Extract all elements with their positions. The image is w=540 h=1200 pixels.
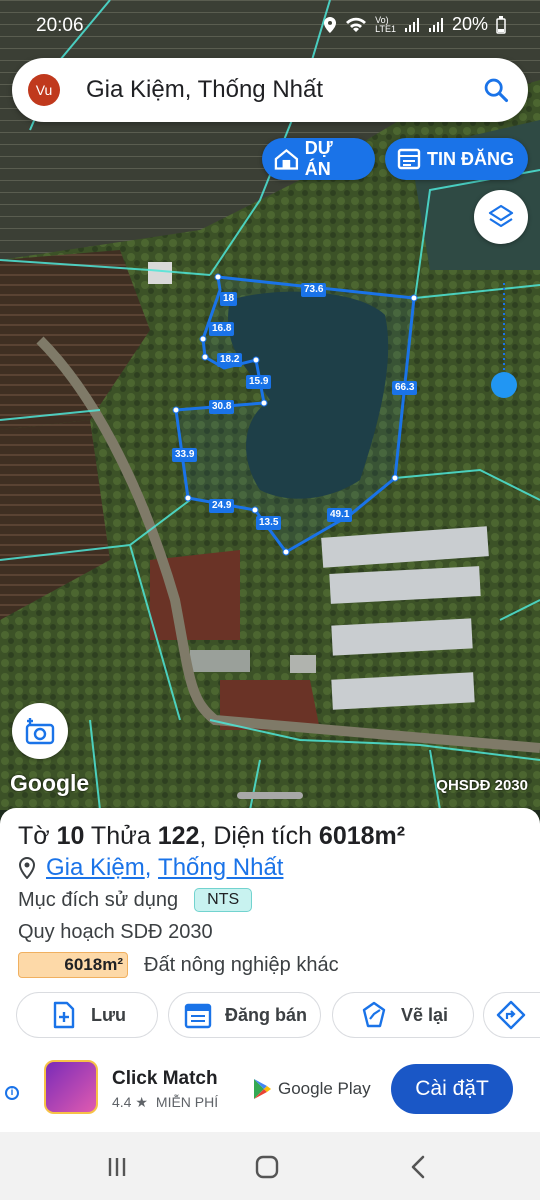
status-time: 20:06	[36, 15, 84, 36]
edge-length-label: 30.8	[209, 400, 235, 414]
avatar[interactable]: Vu	[28, 74, 60, 106]
plan-label: Quy hoạch SDĐ 2030	[18, 921, 213, 943]
plan-area-row: 6018m² Đất nông nghiệp khác	[18, 952, 339, 978]
location-icon	[324, 16, 337, 33]
purpose-code-badge: NTS	[194, 888, 253, 912]
google-logo: Google	[10, 770, 90, 796]
listing-icon	[397, 148, 421, 170]
location-pin-icon	[18, 857, 36, 879]
save-button[interactable]: Lưu	[16, 992, 158, 1038]
google-play-badge: Google Play	[252, 1078, 371, 1100]
battery-percent: 20%	[451, 14, 488, 34]
save-file-icon	[53, 1001, 75, 1029]
location-separator: ,	[144, 854, 152, 881]
edge-length-label: 73.6	[301, 283, 327, 297]
draw-icon	[362, 1001, 386, 1028]
camera-button[interactable]	[12, 703, 68, 759]
volte-icon: Vo) LTE1	[375, 14, 396, 34]
listings-chip-label: TIN ĐĂNG	[427, 148, 514, 169]
search-icon[interactable]	[482, 76, 510, 104]
action-row: Lưu Đăng bán Vẽ lại	[16, 992, 540, 1038]
status-bar: 20:06 Vo) LTE1 20%	[0, 0, 540, 52]
redraw-label: Vẽ lại	[401, 1004, 449, 1025]
home-icon[interactable]	[252, 1152, 282, 1182]
projects-chip-label: DỰ ÁN	[304, 138, 333, 179]
status-icons: Vo) LTE1 20%	[323, 14, 506, 35]
parcel-location: Gia Kiệm, Thống Nhất	[18, 854, 283, 882]
edge-length-label: 13.5	[256, 516, 282, 530]
ad-app-title[interactable]: Click Match	[112, 1068, 218, 1090]
battery-icon	[496, 15, 506, 34]
land-purpose: Mục đích sử dụng NTS	[18, 888, 253, 912]
building-icon	[274, 148, 299, 170]
edge-length-label: 16.8	[209, 322, 235, 336]
edge-length-label: 24.9	[209, 499, 235, 513]
search-query[interactable]: Gia Kiệm, Thống Nhất	[86, 76, 323, 104]
search-bar[interactable]: Vu Gia Kiệm, Thống Nhất	[12, 58, 528, 122]
ad-banner[interactable]: i Click Match 4.4 ★ MIỄN PHÍ Google Play…	[0, 1050, 540, 1132]
sheet-drag-handle[interactable]	[237, 792, 303, 799]
install-button[interactable]: Cài đặT	[391, 1064, 513, 1114]
signal-icon-2	[428, 17, 443, 32]
directions-button[interactable]	[483, 992, 540, 1038]
ad-rating: 4.4 ★	[112, 1094, 148, 1110]
listings-chip[interactable]: TIN ĐĂNG	[385, 138, 528, 180]
layers-button[interactable]	[474, 190, 528, 244]
system-nav-bar	[0, 1132, 540, 1200]
edge-length-label: 66.3	[392, 381, 418, 395]
projects-chip[interactable]: DỰ ÁN	[262, 138, 375, 180]
save-label: Lưu	[91, 1004, 127, 1025]
commune-link[interactable]: Gia Kiệm	[46, 854, 145, 881]
edge-length-label: 18.2	[217, 353, 243, 367]
add-photo-icon	[25, 718, 55, 745]
signal-icon	[404, 17, 419, 32]
ad-price: MIỄN PHÍ	[155, 1094, 219, 1110]
edge-length-label: 49.1	[327, 508, 353, 522]
edge-length-label: 18	[220, 292, 238, 306]
google-play-icon	[254, 1079, 271, 1099]
directions-icon	[496, 1000, 526, 1030]
edge-length-label: 15.9	[246, 375, 272, 389]
parcel-info-sheet: Tờ 10 Thửa 122, Diện tích 6018m² Gia Kiệ…	[0, 808, 540, 1050]
post-sale-button[interactable]: Đăng bán	[168, 992, 321, 1038]
recent-apps-icon[interactable]	[102, 1152, 132, 1182]
plan-area-badge: 6018m²	[18, 952, 128, 978]
district-link[interactable]: Thống Nhất	[158, 854, 283, 881]
parcel-title: Tờ 10 Thửa 122, Diện tích 6018m²	[18, 822, 406, 850]
wifi-icon	[346, 17, 367, 32]
ad-app-meta: 4.4 ★ MIỄN PHÍ	[112, 1094, 218, 1111]
ad-info-icon[interactable]: i	[5, 1086, 19, 1100]
post-sale-label: Đăng bán	[225, 1004, 308, 1025]
edge-length-label: 33.9	[172, 448, 198, 462]
purpose-label: Mục đích sử dụng	[18, 888, 179, 911]
redraw-button[interactable]: Vẽ lại	[332, 992, 474, 1038]
layers-icon	[488, 204, 514, 228]
app-icon[interactable]	[44, 1060, 98, 1114]
plan-land-type: Đất nông nghiệp khác	[144, 953, 339, 976]
back-icon[interactable]	[404, 1152, 434, 1182]
google-play-label: Google Play	[278, 1079, 371, 1098]
calendar-icon	[184, 1003, 212, 1029]
planning-layer-label: QHSDĐ 2030	[436, 777, 528, 794]
